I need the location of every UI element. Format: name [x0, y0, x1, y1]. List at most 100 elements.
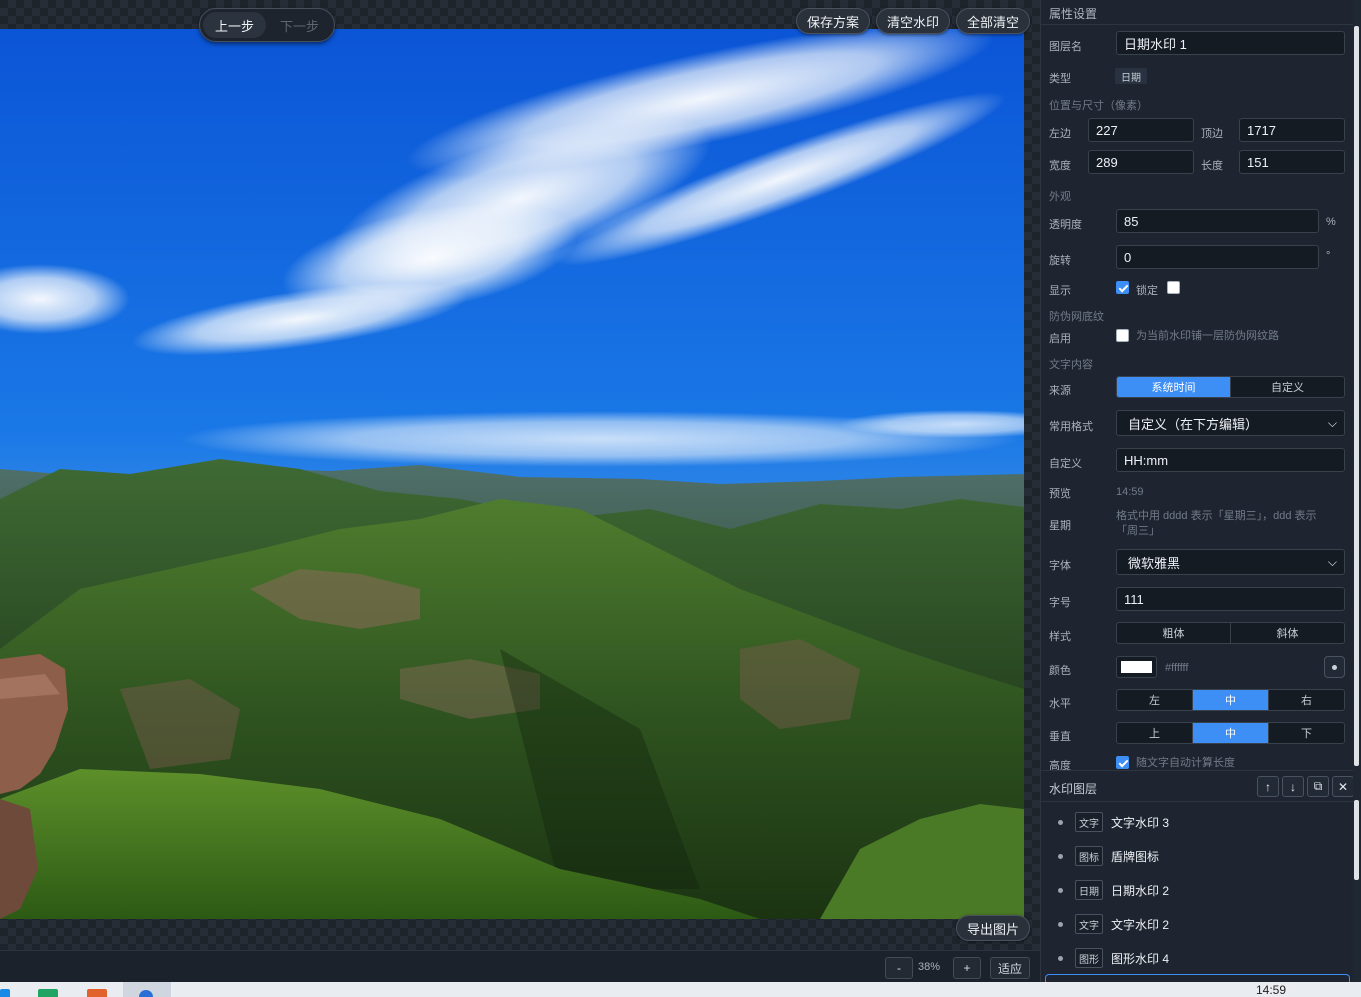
align-bottom-button[interactable]: 下 — [1269, 723, 1344, 743]
common-format-value: 自定义（在下方编辑） — [1128, 416, 1259, 432]
layer-name-input[interactable]: 日期水印 1 — [1116, 31, 1345, 55]
width-input[interactable]: 289 — [1088, 150, 1194, 174]
landscape-photo — [0, 29, 1024, 919]
source-label: 来源 — [1049, 385, 1071, 397]
visibility-dot-icon[interactable] — [1058, 854, 1063, 859]
color-swatch-fill — [1121, 661, 1152, 673]
opacity-unit: % — [1326, 216, 1336, 228]
layer-type-tag: 文字 — [1075, 914, 1103, 934]
visibility-dot-icon[interactable] — [1058, 820, 1063, 825]
align-top-button[interactable]: 上 — [1117, 723, 1193, 743]
visibility-dot-icon[interactable] — [1058, 888, 1063, 893]
height-auto-checkbox[interactable] — [1116, 756, 1129, 769]
layer-type-tag: 文字 — [1075, 812, 1103, 832]
app-window: 上一步 下一步 保存方案 清空水印 全部清空 导出图片 - 38% + 适应 属… — [0, 0, 1361, 997]
visibility-dot-icon[interactable] — [1058, 956, 1063, 961]
selected-layer-item[interactable] — [1045, 974, 1350, 982]
visibility-dot-icon[interactable] — [1058, 922, 1063, 927]
type-label: 类型 — [1049, 73, 1071, 85]
source-custom[interactable]: 自定义 — [1231, 377, 1344, 397]
zoom-fit-button[interactable]: 适应 — [990, 957, 1030, 979]
clear-watermark-button[interactable]: 清空水印 — [876, 8, 950, 34]
common-format-label: 常用格式 — [1049, 421, 1093, 433]
length-label: 长度 — [1201, 160, 1223, 172]
weekday-label: 星期 — [1049, 520, 1071, 532]
export-image-button[interactable]: 导出图片 — [956, 915, 1030, 941]
align-middle-button[interactable]: 中 — [1193, 723, 1269, 743]
anti-counterfeit-hint: 为当前水印铺一层防伪网纹路 — [1136, 330, 1279, 342]
save-scheme-button[interactable]: 保存方案 — [796, 8, 870, 34]
lock-checkbox[interactable] — [1167, 281, 1180, 294]
opacity-label: 透明度 — [1049, 219, 1082, 231]
show-label: 显示 — [1049, 285, 1071, 297]
style-segment: 粗体 斜体 — [1116, 622, 1345, 644]
custom-format-input[interactable]: HH:mm — [1116, 448, 1345, 472]
clear-all-button[interactable]: 全部清空 — [956, 8, 1030, 34]
custom-label: 自定义 — [1049, 458, 1082, 470]
bold-button[interactable]: 粗体 — [1117, 623, 1231, 643]
slides-icon[interactable] — [87, 989, 107, 997]
properties-title: 属性设置 — [1049, 7, 1098, 21]
zoom-out-button[interactable]: - — [885, 957, 913, 979]
length-input[interactable]: 151 — [1239, 150, 1345, 174]
common-format-select[interactable]: 自定义（在下方编辑） ⌵ — [1116, 410, 1345, 436]
layers-divider — [1041, 801, 1353, 802]
properties-scrollbar[interactable] — [1354, 26, 1359, 766]
source-system-time[interactable]: 系统时间 — [1117, 377, 1231, 397]
align-right-button[interactable]: 右 — [1269, 690, 1344, 710]
layers-scrollbar[interactable] — [1354, 800, 1359, 880]
color-label: 颜色 — [1049, 665, 1071, 677]
pos-size-section: 位置与尺寸（像素） — [1049, 100, 1148, 112]
move-up-icon[interactable]: ↑ — [1257, 776, 1279, 797]
top-input[interactable]: 1717 — [1239, 118, 1345, 142]
eyedropper-icon — [1332, 664, 1337, 670]
layer-item[interactable]: 图标 盾牌图标 — [1041, 838, 1353, 872]
chevron-down-icon: ⌵ — [1327, 555, 1337, 569]
duplicate-icon[interactable]: ⧉ — [1307, 776, 1329, 797]
left-input[interactable]: 227 — [1088, 118, 1194, 142]
layers-title: 水印图层 — [1049, 782, 1098, 796]
zoom-level: 38% — [918, 961, 941, 973]
layer-item[interactable]: 文字 文字水印 3 — [1041, 804, 1353, 838]
vertical-label: 垂直 — [1049, 731, 1071, 743]
layer-name: 文字水印 3 — [1111, 816, 1170, 830]
redo-button[interactable]: 下一步 — [268, 12, 331, 38]
preview-value: 14:59 — [1116, 486, 1144, 498]
rotation-input[interactable]: 0 — [1116, 245, 1319, 269]
layer-item[interactable]: 文字 文字水印 2 — [1041, 906, 1353, 940]
undo-button[interactable]: 上一步 — [203, 12, 266, 38]
zoom-in-button[interactable]: + — [953, 957, 981, 979]
font-label: 字体 — [1049, 560, 1071, 572]
layer-item[interactable]: 日期 日期水印 2 — [1041, 872, 1353, 906]
font-size-input[interactable]: 111 — [1116, 587, 1345, 611]
font-select[interactable]: 微软雅黑 ⌵ — [1116, 549, 1345, 575]
show-checkbox[interactable] — [1116, 281, 1129, 294]
left-label: 左边 — [1049, 128, 1071, 140]
appearance-section: 外观 — [1049, 191, 1071, 203]
layer-name: 日期水印 2 — [1111, 884, 1170, 898]
layer-type-tag: 日期 — [1075, 880, 1103, 900]
anti-counterfeit-checkbox[interactable] — [1116, 329, 1129, 342]
height-label: 高度 — [1049, 760, 1071, 770]
italic-button[interactable]: 斜体 — [1231, 623, 1344, 643]
opacity-input[interactable]: 85 — [1116, 209, 1319, 233]
horizontal-label: 水平 — [1049, 698, 1071, 710]
align-left-button[interactable]: 左 — [1117, 690, 1193, 710]
photo-preview[interactable] — [0, 29, 1024, 919]
style-label: 样式 — [1049, 631, 1071, 643]
browser-icon[interactable] — [0, 989, 10, 997]
color-hex: #ffffff — [1165, 662, 1189, 674]
delete-icon[interactable]: ✕ — [1332, 776, 1353, 797]
move-down-icon[interactable]: ↓ — [1282, 776, 1304, 797]
font-size-label: 字号 — [1049, 597, 1071, 609]
eyedropper-button[interactable] — [1324, 656, 1345, 678]
align-center-button[interactable]: 中 — [1193, 690, 1269, 710]
active-app-highlight[interactable] — [123, 982, 171, 997]
enable-label: 启用 — [1049, 333, 1071, 345]
sheets-icon[interactable] — [38, 989, 58, 997]
height-hint: 随文字自动计算长度 — [1136, 757, 1235, 769]
color-swatch[interactable] — [1116, 656, 1157, 678]
source-segment: 系统时间 自定义 — [1116, 376, 1345, 398]
layer-type-tag: 图形 — [1075, 948, 1103, 968]
layer-item[interactable]: 图形 图形水印 4 — [1041, 940, 1353, 974]
